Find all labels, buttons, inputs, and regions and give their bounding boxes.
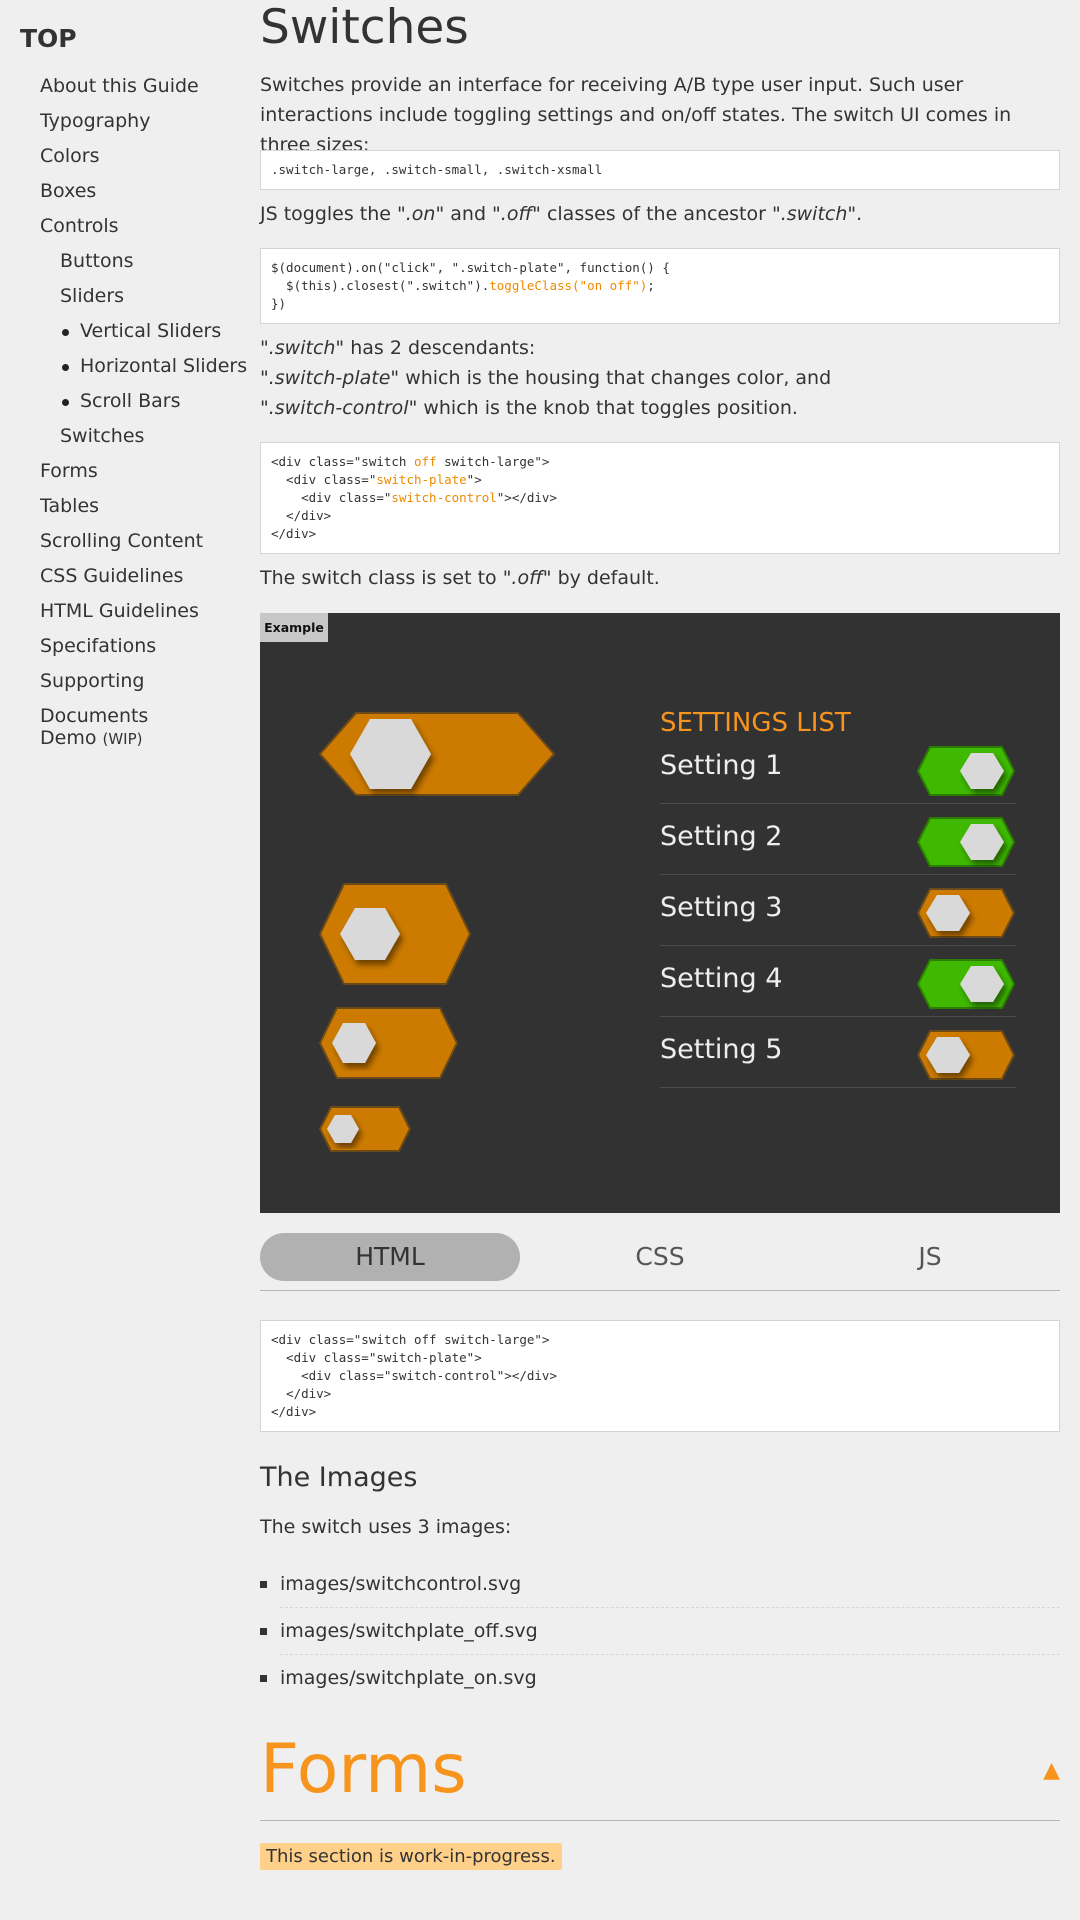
setting-label: Setting 1 (660, 750, 783, 781)
setting-row: Setting 5 (660, 1017, 1016, 1088)
sidebar-item-horizontal-sliders[interactable]: Horizontal Sliders (20, 349, 250, 384)
images-intro: The switch uses 3 images: (260, 1516, 512, 1538)
setting-switch[interactable] (916, 1029, 1016, 1081)
wip-badge: This section is work-in-progress. (260, 1843, 562, 1870)
sizes-code-block: .switch-large, .switch-small, .switch-xs… (260, 150, 1060, 190)
setting-row: Setting 2 (660, 804, 1016, 875)
small-switches (318, 1007, 459, 1152)
wip-notice: This section is work-in-progress. (260, 1843, 562, 1870)
tab-html[interactable]: HTML (260, 1233, 520, 1281)
forms-header: Forms ▲ (260, 1730, 1060, 1821)
default-text: The switch class is set to ".off" by def… (260, 567, 660, 589)
switch-xsmall[interactable] (318, 1106, 412, 1152)
setting-switch[interactable] (916, 816, 1016, 868)
sidebar-item-html-guidelines[interactable]: HTML Guidelines (20, 594, 250, 629)
wip-label: (WIP) (102, 730, 143, 748)
sidebar-item-css-guidelines[interactable]: CSS Guidelines (20, 559, 250, 594)
back-to-top-icon[interactable]: ▲ (1043, 1758, 1060, 1783)
sidebar-item-specifations[interactable]: Specifations (20, 629, 250, 664)
sidebar-item-label: Demo (40, 727, 97, 749)
descendants-text: ".switch" has 2 descendants: ".switch-pla… (260, 337, 832, 419)
sidebar-item-switches[interactable]: Switches (20, 419, 250, 454)
images-heading: The Images (260, 1462, 418, 1493)
setting-label: Setting 2 (660, 821, 783, 852)
sidebar-item-about-this-guide[interactable]: About this Guide (20, 69, 250, 104)
sidebar-item-supporting-documents[interactable]: Supporting Documents (20, 664, 250, 727)
code-tabs: HTML CSS JS (260, 1232, 1060, 1291)
tab-css[interactable]: CSS (530, 1233, 790, 1281)
sidebar-item-vertical-sliders[interactable]: Vertical Sliders (20, 314, 250, 349)
sidebar-top-link[interactable]: TOP (20, 24, 250, 53)
setting-switch[interactable] (916, 887, 1016, 939)
sidebar-item-forms[interactable]: Forms (20, 454, 250, 489)
list-item: images/switchplate_on.svg (260, 1655, 1060, 1701)
sidebar-item-scrolling-content[interactable]: Scrolling Content (20, 524, 250, 559)
sidebar-item-demo[interactable]: Demo (WIP) (20, 721, 250, 756)
list-item: images/switchplate_off.svg (260, 1608, 1060, 1655)
js-toggle-text: JS toggles the ".on" and ".off" classes … (260, 203, 863, 225)
setting-switch[interactable] (916, 745, 1016, 797)
tab-js[interactable]: JS (800, 1233, 1060, 1281)
sidebar-item-buttons[interactable]: Buttons (20, 244, 250, 279)
setting-switch[interactable] (916, 958, 1016, 1010)
tab-code-block: <div class="switch off switch-large"> <d… (260, 1320, 1060, 1432)
sidebar-item-boxes[interactable]: Boxes (20, 174, 250, 209)
switch-medium[interactable] (318, 883, 472, 987)
sidebar-item-sliders[interactable]: Sliders (20, 279, 250, 314)
sidebar-item-tables[interactable]: Tables (20, 489, 250, 524)
setting-row: Setting 1 (660, 733, 1016, 804)
setting-label: Setting 4 (660, 963, 783, 994)
section-title-forms: Forms (260, 1730, 467, 1809)
sidebar-item-controls[interactable]: Controls (20, 209, 250, 244)
sidebar-item-scroll-bars[interactable]: Scroll Bars (20, 384, 250, 419)
html-code-block: <div class="switch off switch-large"> <d… (260, 442, 1060, 554)
js-code-block: $(document).on("click", ".switch-plate",… (260, 248, 1060, 324)
sidebar-nav: TOP About this Guide Typography Colors Boxe… (20, 24, 250, 756)
sidebar-item-colors[interactable]: Colors (20, 139, 250, 174)
example-panel: Example SETTINGS LIST Setting 1 Setting … (260, 613, 1060, 1213)
list-item: images/switchcontrol.svg (260, 1561, 1060, 1608)
section-title-switches: Switches (260, 0, 469, 55)
switches-intro: Switches provide an interface for receiv… (260, 74, 1012, 156)
main-content: Switches Switches provide an interface f… (260, 0, 1060, 1870)
setting-row: Setting 3 (660, 875, 1016, 946)
switch-small[interactable] (318, 1007, 459, 1079)
setting-row: Setting 4 (660, 946, 1016, 1017)
sidebar-list: About this Guide Typography Colors Boxes Con… (20, 69, 250, 727)
sidebar-item-typography[interactable]: Typography (20, 104, 250, 139)
setting-label: Setting 3 (660, 892, 783, 923)
image-file-list: images/switchcontrol.svg images/switchpl… (260, 1561, 1060, 1701)
switch-large[interactable] (318, 712, 556, 796)
setting-label: Setting 5 (660, 1034, 783, 1065)
